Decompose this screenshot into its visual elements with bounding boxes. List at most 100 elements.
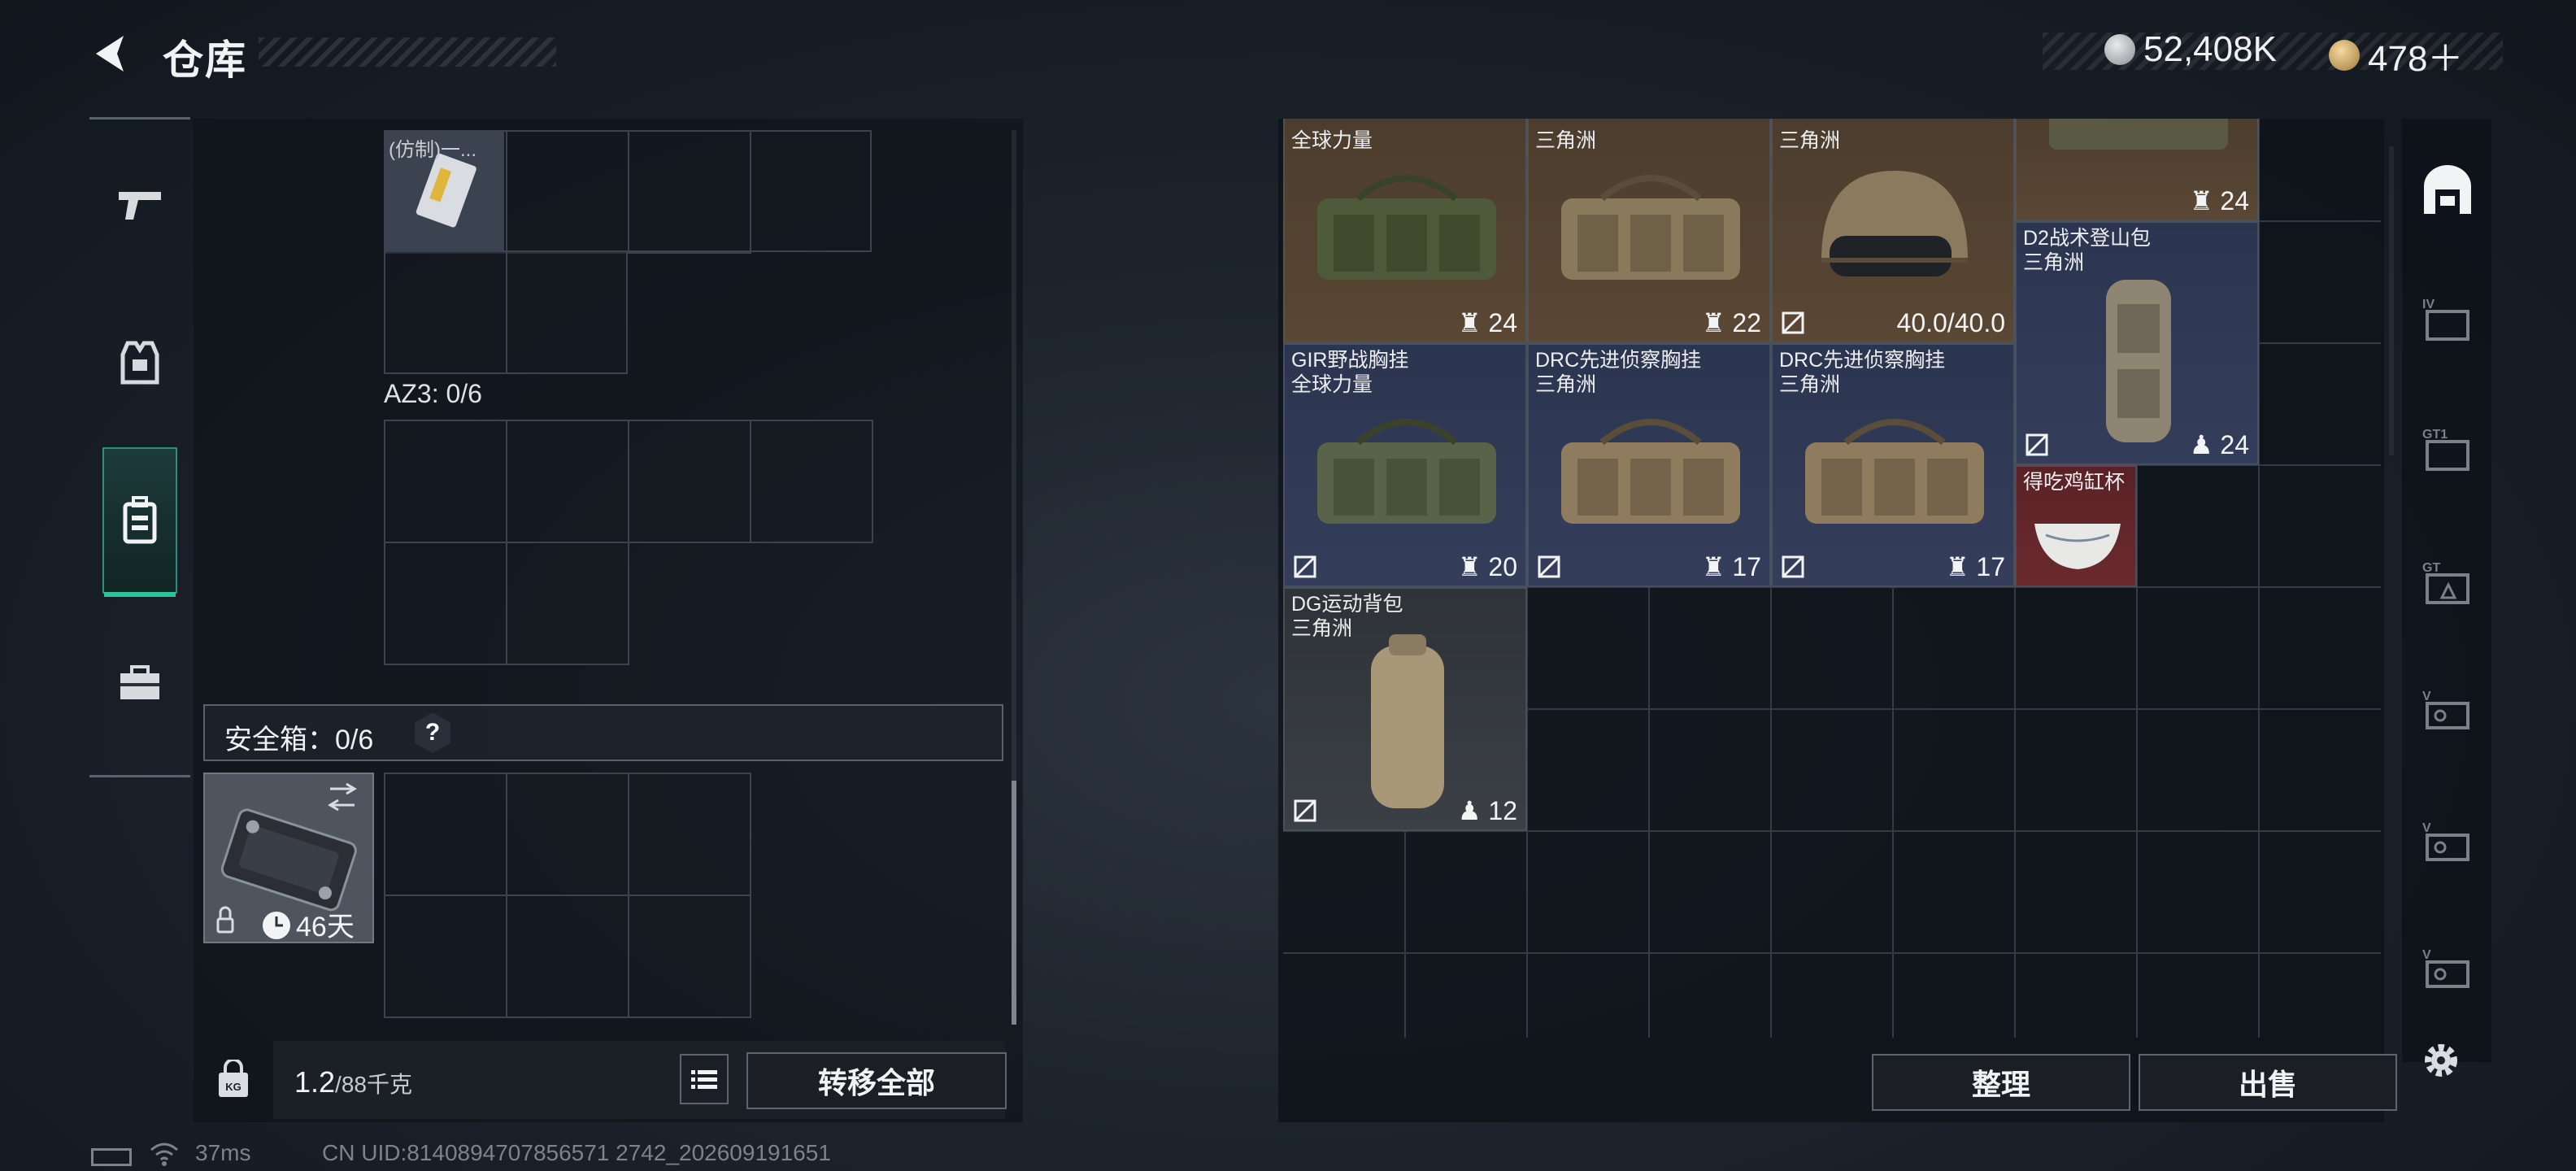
container-grid-top-lower	[384, 250, 628, 374]
grid-cell[interactable]	[385, 774, 507, 896]
grid-cell[interactable]	[629, 774, 751, 896]
inventory-item[interactable]: GIR野战胸挂 全球力量 ♜ 20	[1283, 343, 1527, 587]
tab-equipment[interactable]	[102, 314, 177, 411]
svg-text:GT: GT	[2422, 561, 2440, 575]
cup-icon	[2034, 524, 2121, 569]
tab-storage-v3[interactable]: V	[2407, 924, 2488, 1013]
title-decoration	[259, 37, 556, 67]
left-scrollbar-thumb[interactable]	[1012, 781, 1016, 1025]
storage-scrollbar-track[interactable]	[2389, 146, 2394, 455]
inventory-item[interactable]: 三角洲 40.0/40.0	[1771, 119, 2015, 343]
az3-label: AZ3: 0/6	[384, 379, 482, 408]
sell-button[interactable]: 出售	[2139, 1054, 2397, 1111]
grid-cell[interactable]	[385, 252, 507, 374]
swap-icon	[328, 782, 357, 812]
svg-text:V: V	[2422, 948, 2431, 962]
battery-icon	[91, 1148, 132, 1166]
item-count: ♜ 24	[1457, 308, 1517, 337]
help-icon: ?	[424, 719, 441, 746]
svg-text:V: V	[2422, 821, 2431, 835]
chest-rig-icon	[2049, 119, 2228, 150]
grid-cell[interactable]	[507, 896, 629, 1018]
gold-currency[interactable]: 478＋	[2329, 29, 2463, 81]
item-count: ♜ 17	[1701, 552, 1761, 581]
grid-cell[interactable]	[629, 896, 751, 1018]
inventory-item[interactable]: DRC先进侦察胸挂 三角洲 ♜ 17	[1527, 343, 1771, 587]
svg-text:KG: KG	[225, 1081, 242, 1093]
item-count: ♜ 17	[1945, 552, 2005, 581]
tab-toolbox[interactable]	[102, 634, 177, 732]
list-view-button[interactable]	[680, 1054, 729, 1104]
item-count: ♜ 22	[1701, 308, 1761, 337]
grid-cell[interactable]	[629, 132, 751, 254]
az3-grid-top	[384, 420, 873, 543]
item-name: D2战术登山包 三角洲	[2023, 227, 2151, 274]
item-durability: 40.0/40.0	[1896, 308, 2005, 337]
storage-gt-icon: GT	[2422, 561, 2469, 604]
inventory-item[interactable]: 全球力量 ♜ 24	[1283, 119, 1527, 343]
safe-box-item[interactable]: 46天	[203, 773, 374, 943]
storage-gt1-icon: GT1	[2422, 428, 2469, 471]
storage-grid: 全球力量 ♜ 24 三角洲 ♜ 22 三角洲 40.0/40.0 ♜ 24 D2…	[1283, 119, 2381, 1038]
grid-cell[interactable]	[507, 543, 629, 665]
grid-cell[interactable]	[507, 421, 629, 543]
backpack-icon	[2106, 280, 2171, 442]
sort-button[interactable]: 整理	[1872, 1054, 2130, 1111]
item-name: DRC先进侦察胸挂 三角洲	[1779, 349, 1946, 396]
inventory-item[interactable]: DG运动背包 三角洲 ♟ 12	[1283, 587, 1527, 831]
inventory-item[interactable]: 得吃鸡缸杯	[2015, 465, 2137, 587]
tab-storage-gt1[interactable]: GT1	[2407, 403, 2488, 493]
no-insure-icon	[1782, 555, 1804, 578]
back-button[interactable]	[88, 31, 133, 76]
inventory-item[interactable]: DRC先进侦察胸挂 三角洲 ♜ 17	[1771, 343, 2015, 587]
storage-v-icon: V	[2422, 821, 2469, 861]
weight-max: /88千克	[335, 1072, 412, 1097]
grid-cell[interactable]	[507, 132, 629, 254]
tab-storage-v2[interactable]: V	[2407, 797, 2488, 886]
item-count: ♜ 24	[2189, 186, 2249, 215]
page-title: 仓库	[163, 37, 247, 83]
weight-current: 1.2	[294, 1065, 336, 1099]
item-name: DRC先进侦察胸挂 三角洲	[1535, 349, 1702, 396]
settings-button[interactable]	[2417, 1036, 2465, 1085]
safe-box-label: 安全箱：0/6	[224, 725, 374, 755]
grid-cell[interactable]	[385, 421, 507, 543]
svg-text:IV: IV	[2422, 298, 2435, 311]
chest-rig-icon	[1317, 419, 1496, 524]
item-faction: 三角洲	[1535, 129, 1597, 152]
grid-cell[interactable]	[385, 896, 507, 1018]
silver-currency: 52,408K	[2104, 29, 2277, 70]
grid-cell[interactable]	[385, 543, 507, 665]
backpack-icon	[1371, 634, 1444, 808]
safe-box-grid	[384, 773, 751, 1018]
item-name: GIR野战胸挂 全球力量	[1291, 349, 1409, 396]
no-insure-icon	[1294, 555, 1316, 578]
transfer-all-button[interactable]: 转移全部	[746, 1052, 1007, 1109]
briefcase-icon	[120, 665, 159, 699]
storage-iv-icon: IV	[2422, 298, 2469, 341]
inventory-item[interactable]: ♜ 24	[2015, 119, 2259, 221]
az3-grid-bottom	[384, 542, 629, 665]
grid-cell[interactable]	[507, 774, 629, 896]
keycard-label: (仿制)一...	[389, 139, 476, 161]
tab-storage-v1[interactable]: V	[2407, 665, 2488, 755]
list-icon	[691, 1070, 717, 1089]
tab-backpack[interactable]	[102, 447, 177, 597]
gun-icon	[119, 192, 161, 220]
inventory-item[interactable]: D2战术登山包 三角洲 ♟ 24	[2015, 221, 2259, 465]
inventory-item[interactable]: 三角洲 ♜ 22	[1527, 119, 1771, 343]
silver-amount: 52,408K	[2143, 29, 2277, 69]
tab-storage-iv[interactable]: IV	[2407, 273, 2488, 363]
lock-icon	[216, 917, 234, 934]
no-insure-icon	[1538, 555, 1560, 578]
tab-storage-gt[interactable]: GT	[2407, 537, 2488, 626]
grid-cell[interactable]	[751, 421, 873, 543]
grid-cell[interactable]	[629, 421, 751, 543]
no-insure-icon	[1782, 311, 1804, 334]
tab-storage-main[interactable]	[2407, 146, 2488, 236]
backpack-icon	[123, 496, 157, 544]
weight-icon: KG	[219, 1060, 248, 1097]
storage-v-icon: V	[2422, 690, 2469, 729]
tab-weapons[interactable]	[102, 156, 177, 254]
ping-display: 37ms	[195, 1140, 251, 1165]
